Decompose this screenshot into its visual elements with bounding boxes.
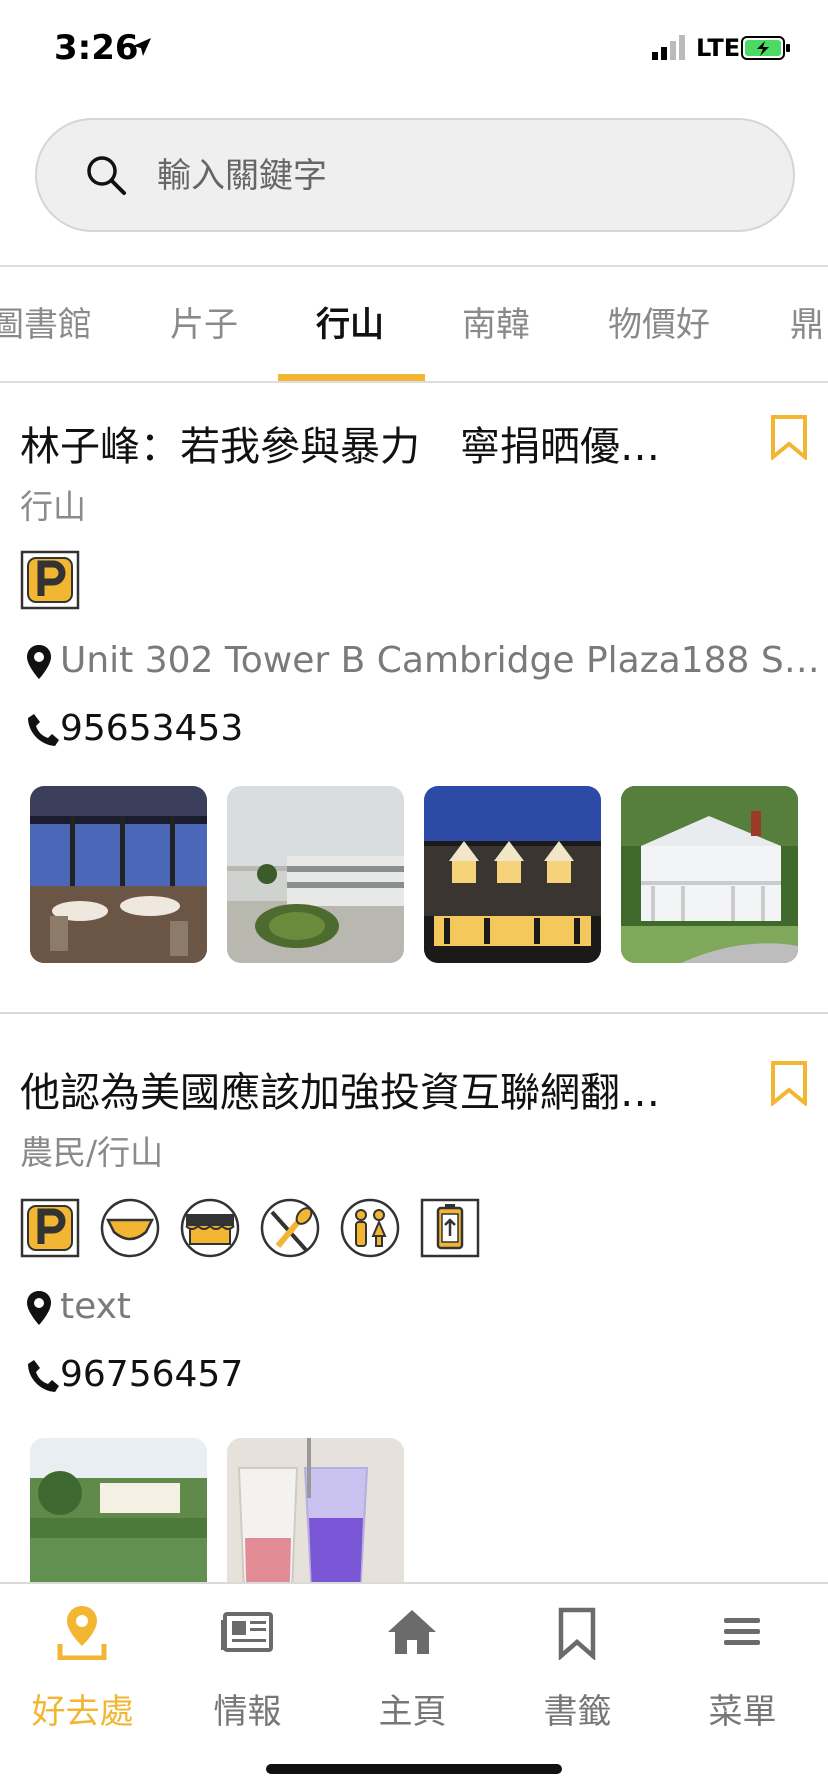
signal-icon — [652, 35, 685, 60]
tabbar-item-home[interactable]: 主頁 — [330, 1584, 495, 1734]
phone-icon — [28, 1360, 59, 1392]
photo-thumbnail[interactable] — [621, 786, 798, 963]
restaurant-icon — [260, 1198, 320, 1258]
search-input[interactable] — [155, 144, 759, 208]
address-text: text — [60, 1286, 132, 1327]
map-pin-icon — [27, 1291, 51, 1325]
card-category: 行山 — [20, 487, 86, 526]
tabbar-item-bookmarks[interactable]: 書籤 — [495, 1584, 660, 1734]
phone-row[interactable]: 95653453 — [20, 708, 420, 758]
phone-number: 95653453 — [60, 708, 244, 749]
map-pin-icon — [27, 645, 51, 679]
tabbar-label: 主頁 — [378, 1692, 447, 1732]
parking-icon — [20, 1198, 80, 1258]
status-bar: 3:26 LTE — [0, 0, 828, 100]
bookmark-icon — [558, 1607, 596, 1660]
tab-next[interactable]: 鼎 — [790, 297, 824, 346]
tabbar-label: 書籤 — [543, 1692, 612, 1732]
address-row[interactable]: Unit 302 Tower B Cambridge Plaza188 S… — [20, 640, 820, 690]
bookmark-icon[interactable] — [770, 1060, 808, 1106]
bookmark-icon[interactable] — [770, 414, 808, 460]
phone-row[interactable]: 96756457 — [20, 1354, 420, 1404]
amenity-list — [20, 1198, 480, 1268]
parking-icon — [20, 550, 80, 610]
card-title[interactable]: 林子峰：若我參與暴力 寧捐晒優… — [20, 414, 740, 472]
tabbar-item-menu[interactable]: 菜單 — [660, 1584, 825, 1734]
home-icon — [388, 1610, 436, 1654]
tabbar-label: 菜單 — [708, 1692, 777, 1732]
address-row[interactable]: text — [20, 1286, 800, 1336]
tabbar-label: 好去處 — [31, 1692, 134, 1732]
restroom-icon — [340, 1198, 400, 1258]
menu-icon — [724, 1618, 760, 1645]
photo-thumbnail[interactable] — [227, 786, 404, 963]
location-arrow-icon — [133, 38, 151, 56]
photo-thumbnail[interactable] — [30, 786, 207, 963]
search-icon — [87, 156, 126, 195]
category-tabs: 圖書館 片子 行山 南韓 物價好 鼎 — [0, 265, 828, 383]
home-indicator[interactable] — [266, 1764, 562, 1774]
tabbar-item-news[interactable]: 情報 — [165, 1584, 330, 1734]
photo-strip — [30, 786, 800, 964]
card-title[interactable]: 他認為美國應該加強投資互聯網翻… — [20, 1060, 740, 1118]
address-text: Unit 302 Tower B Cambridge Plaza188 S… — [60, 640, 820, 681]
active-tab-indicator — [278, 374, 425, 381]
status-time: 3:26 — [54, 28, 139, 68]
phone-number: 96756457 — [60, 1354, 244, 1395]
charging-icon — [420, 1198, 480, 1258]
search-bar[interactable] — [35, 118, 795, 232]
tab-library[interactable]: 圖書館 — [0, 297, 92, 346]
battery-icon — [741, 36, 790, 60]
location-icon — [57, 1606, 107, 1660]
card-divider — [0, 1012, 828, 1014]
shop-icon — [180, 1198, 240, 1258]
photo-thumbnail[interactable] — [424, 786, 601, 963]
tab-korea[interactable]: 南韓 — [462, 297, 530, 346]
tab-hiking[interactable]: 行山 — [316, 297, 384, 346]
network-label: LTE — [696, 34, 741, 62]
tabbar-item-places[interactable]: 好去處 — [0, 1584, 165, 1734]
news-icon — [221, 1612, 273, 1652]
tab-films[interactable]: 片子 — [170, 297, 238, 346]
tabbar-label: 情報 — [213, 1692, 282, 1732]
diaper-icon — [100, 1198, 160, 1258]
amenity-list — [20, 550, 100, 620]
bottom-tab-bar: 好去處 情報 主頁 書籤 菜單 — [0, 1582, 828, 1792]
phone-icon — [28, 714, 59, 746]
tab-good-prices[interactable]: 物價好 — [608, 297, 710, 346]
card-category: 農民/行山 — [20, 1133, 164, 1172]
